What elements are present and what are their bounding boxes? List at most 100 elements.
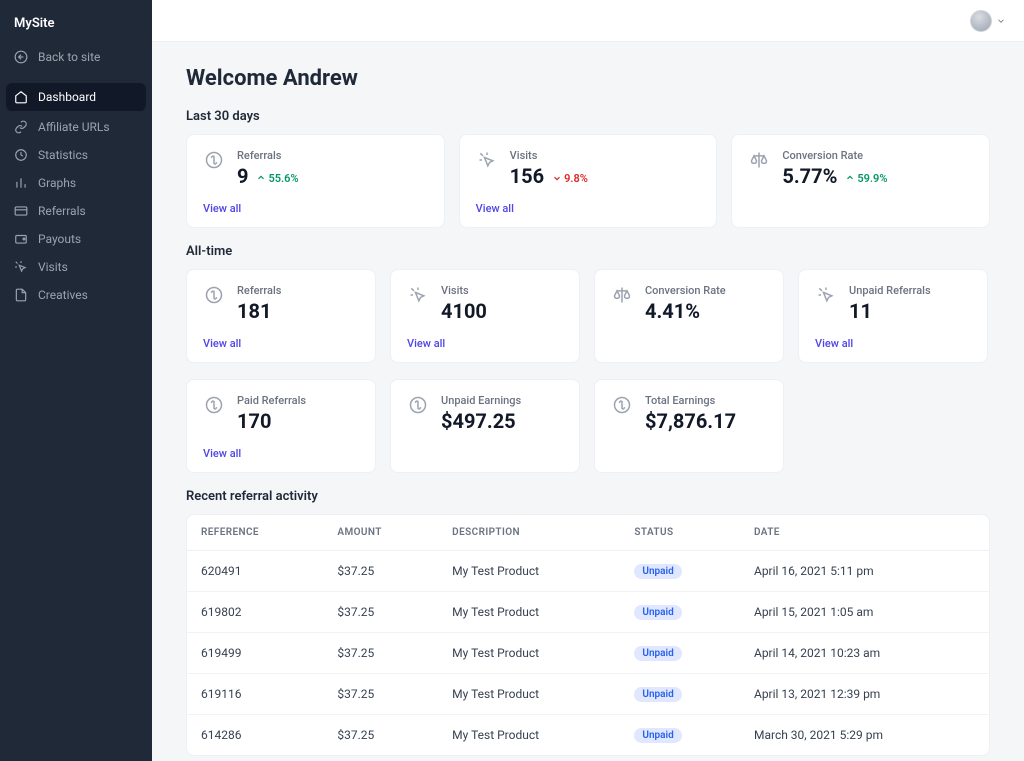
sidebar-item-label: Affiliate URLs <box>38 120 110 134</box>
th-amount: AMOUNT <box>323 515 438 551</box>
card-label: Paid Referrals <box>237 394 306 407</box>
arrow-left-circle-icon <box>14 50 28 64</box>
card-label: Conversion Rate <box>645 284 726 297</box>
delta-up: 59.9% <box>845 172 887 185</box>
site-title: MySite <box>0 8 152 43</box>
cell-reference: 619499 <box>187 633 323 674</box>
cell-description: My Test Product <box>438 551 620 592</box>
dollar-icon <box>407 394 429 416</box>
chart-bar-icon <box>14 176 28 190</box>
stat-card: Referrals 181 View all <box>186 269 376 363</box>
sidebar-item-affiliate-urls[interactable]: Affiliate URLs <box>0 113 152 141</box>
delta-up: 55.6% <box>256 172 298 185</box>
th-status: STATUS <box>620 515 740 551</box>
sidebar-item-label: Creatives <box>38 288 88 302</box>
card-label: Referrals <box>237 149 299 162</box>
card-label: Unpaid Referrals <box>849 284 931 297</box>
dollar-icon <box>611 394 633 416</box>
user-menu[interactable] <box>970 10 1006 32</box>
home-icon <box>14 90 28 104</box>
dollar-icon <box>203 394 225 416</box>
sidebar-item-label: Payouts <box>38 232 81 246</box>
sidebar-item-label: Referrals <box>38 204 86 218</box>
card-value: 170 <box>237 409 271 433</box>
card-value: 9 <box>237 164 248 188</box>
table-row[interactable]: 620491$37.25My Test Product Unpaid April 1… <box>187 551 989 592</box>
cell-date: April 15, 2021 1:05 am <box>740 592 989 633</box>
chevron-down-icon <box>996 16 1006 26</box>
sidebar-item-payouts[interactable]: Payouts <box>0 225 152 253</box>
sidebar-item-label: Dashboard <box>38 90 96 104</box>
sidebar-item-creatives[interactable]: Creatives <box>0 281 152 309</box>
status-badge: Unpaid <box>634 564 681 579</box>
sidebar-item-graphs[interactable]: Graphs <box>0 169 152 197</box>
cell-date: April 16, 2021 5:11 pm <box>740 551 989 592</box>
th-date: DATE <box>740 515 989 551</box>
view-all-link[interactable]: View all <box>407 337 563 350</box>
card-icon <box>14 204 28 218</box>
delta-down: 9.8% <box>552 172 588 185</box>
card-value: $497.25 <box>441 409 516 433</box>
cell-amount: $37.25 <box>323 715 438 756</box>
card-value: 11 <box>849 299 872 323</box>
sidebar-item-label: Statistics <box>38 148 88 162</box>
table-row[interactable]: 619116$37.25My Test ProductUnpaidApril 1… <box>187 674 989 715</box>
card-value: 5.77% <box>782 164 837 188</box>
card-label: Referrals <box>237 284 281 297</box>
back-to-site-label: Back to site <box>38 50 100 64</box>
section-recent-label: Recent referral activity <box>186 489 990 504</box>
card-value: 4100 <box>441 299 487 323</box>
cell-description: My Test Product <box>438 674 620 715</box>
link-icon <box>14 120 28 134</box>
sidebar-item-statistics[interactable]: Statistics <box>0 141 152 169</box>
view-all-link[interactable]: View all <box>203 337 359 350</box>
status-badge: Unpaid <box>634 605 681 620</box>
table-row[interactable]: 619499$37.25My Test ProductUnpaidApril 1… <box>187 633 989 674</box>
view-all-link[interactable]: View all <box>815 337 971 350</box>
cell-reference: 619116 <box>187 674 323 715</box>
table-row[interactable]: 619802$37.25My Test ProductUnpaidApril 1… <box>187 592 989 633</box>
view-all-link[interactable]: View all <box>476 202 701 215</box>
click-icon <box>815 284 837 306</box>
status-badge: Unpaid <box>634 728 681 743</box>
view-all-link[interactable]: View all <box>203 447 359 460</box>
card-value: $7,876.17 <box>645 409 736 433</box>
click-icon <box>407 284 429 306</box>
cell-amount: $37.25 <box>323 633 438 674</box>
back-to-site[interactable]: Back to site <box>0 43 152 71</box>
topbar <box>152 0 1024 42</box>
clock-icon <box>14 148 28 162</box>
card-conversion-30: Conversion Rate 5.77% 59.9% <box>731 134 990 228</box>
card-label: Unpaid Earnings <box>441 394 521 407</box>
sidebar-item-dashboard[interactable]: Dashboard <box>6 83 146 111</box>
cell-amount: $37.25 <box>323 551 438 592</box>
card-label: Visits <box>441 284 487 297</box>
cell-reference: 614286 <box>187 715 323 756</box>
status-badge: Unpaid <box>634 646 681 661</box>
scale-icon <box>748 149 770 171</box>
avatar <box>970 10 992 32</box>
card-value: 156 <box>510 164 544 188</box>
cell-reference: 620491 <box>187 551 323 592</box>
cell-date: March 30, 2021 5:29 pm <box>740 715 989 756</box>
cursor-click-icon <box>14 260 28 274</box>
dollar-icon <box>203 149 225 171</box>
alltime-cards-2: Paid Referrals 170 View all Unpaid Earnings… <box>186 379 990 473</box>
sidebar-item-label: Graphs <box>38 176 76 190</box>
sidebar-item-referrals[interactable]: Referrals <box>0 197 152 225</box>
dollar-icon <box>203 284 225 306</box>
section-last30-label: Last 30 days <box>186 109 990 124</box>
card-value: 181 <box>237 299 271 323</box>
scale-icon <box>611 284 633 306</box>
table-row[interactable]: 614286$37.25My Test ProductUnpaidMarch 3… <box>187 715 989 756</box>
th-description: DESCRIPTION <box>438 515 620 551</box>
wallet-icon <box>14 232 28 246</box>
table-header-row: REFERENCE AMOUNT DESCRIPTION STATUS DATE <box>187 515 989 551</box>
stat-card: Unpaid Earnings $497.25 <box>390 379 580 473</box>
cell-status: Unpaid <box>620 551 740 592</box>
cell-status: Unpaid <box>620 715 740 756</box>
cell-date: April 13, 2021 12:39 pm <box>740 674 989 715</box>
sidebar-item-visits[interactable]: Visits <box>0 253 152 281</box>
view-all-link[interactable]: View all <box>203 202 428 215</box>
page-title: Welcome Andrew <box>186 66 990 91</box>
